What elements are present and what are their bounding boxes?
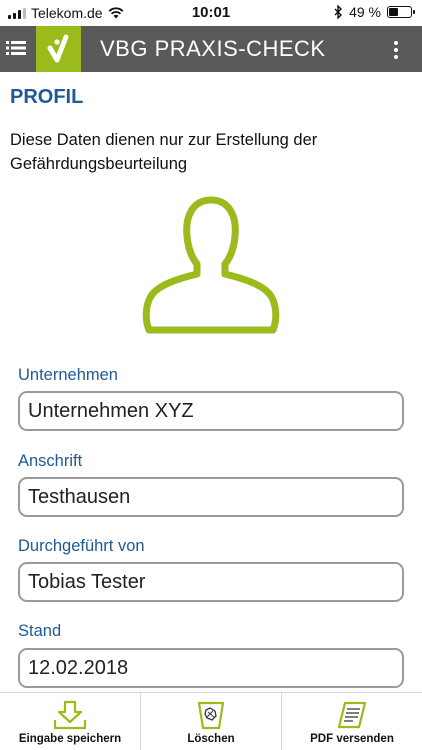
date-input[interactable] <box>18 648 404 688</box>
status-right: 49 % <box>334 4 415 20</box>
date-label: Stand <box>18 622 62 640</box>
delete-button[interactable]: Löschen <box>141 693 282 750</box>
app-bar: VBG PRAXIS-CHECK <box>0 26 422 72</box>
trash-bin-icon <box>197 701 225 730</box>
pdf-document-icon <box>337 701 367 729</box>
battery-percent: 49 % <box>349 4 381 20</box>
pdf-send-label: PDF versenden <box>310 733 394 745</box>
download-save-icon <box>53 700 87 730</box>
performed-by-label: Durchgeführt von <box>18 537 145 555</box>
save-label: Eingabe speichern <box>18 733 122 745</box>
pdf-send-button[interactable]: PDF versenden <box>282 693 422 750</box>
performed-by-input[interactable] <box>18 562 404 602</box>
vbg-logo-icon <box>36 26 81 72</box>
bottom-toolbar: Eingabe speichern Löschen PDF versenden <box>0 692 422 750</box>
delete-label: Löschen <box>187 733 235 745</box>
address-label: Anschrift <box>18 452 83 470</box>
company-label: Unternehmen <box>18 366 118 384</box>
status-bar: Telekom.de 10:01 49 % <box>0 0 422 26</box>
bluetooth-icon <box>334 5 343 19</box>
app-title: VBG PRAXIS-CHECK <box>100 36 326 61</box>
intro-text: Diese Daten dienen nur zur Erstellung de… <box>10 131 318 173</box>
list-menu-icon[interactable] <box>6 40 26 56</box>
more-vertical-icon[interactable] <box>392 41 400 59</box>
save-button[interactable]: Eingabe speichern <box>0 693 141 750</box>
page-title: PROFIL <box>10 86 84 108</box>
address-input[interactable] <box>18 477 404 517</box>
battery-icon <box>387 6 415 18</box>
company-input[interactable] <box>18 391 404 431</box>
user-silhouette-icon <box>142 196 280 334</box>
